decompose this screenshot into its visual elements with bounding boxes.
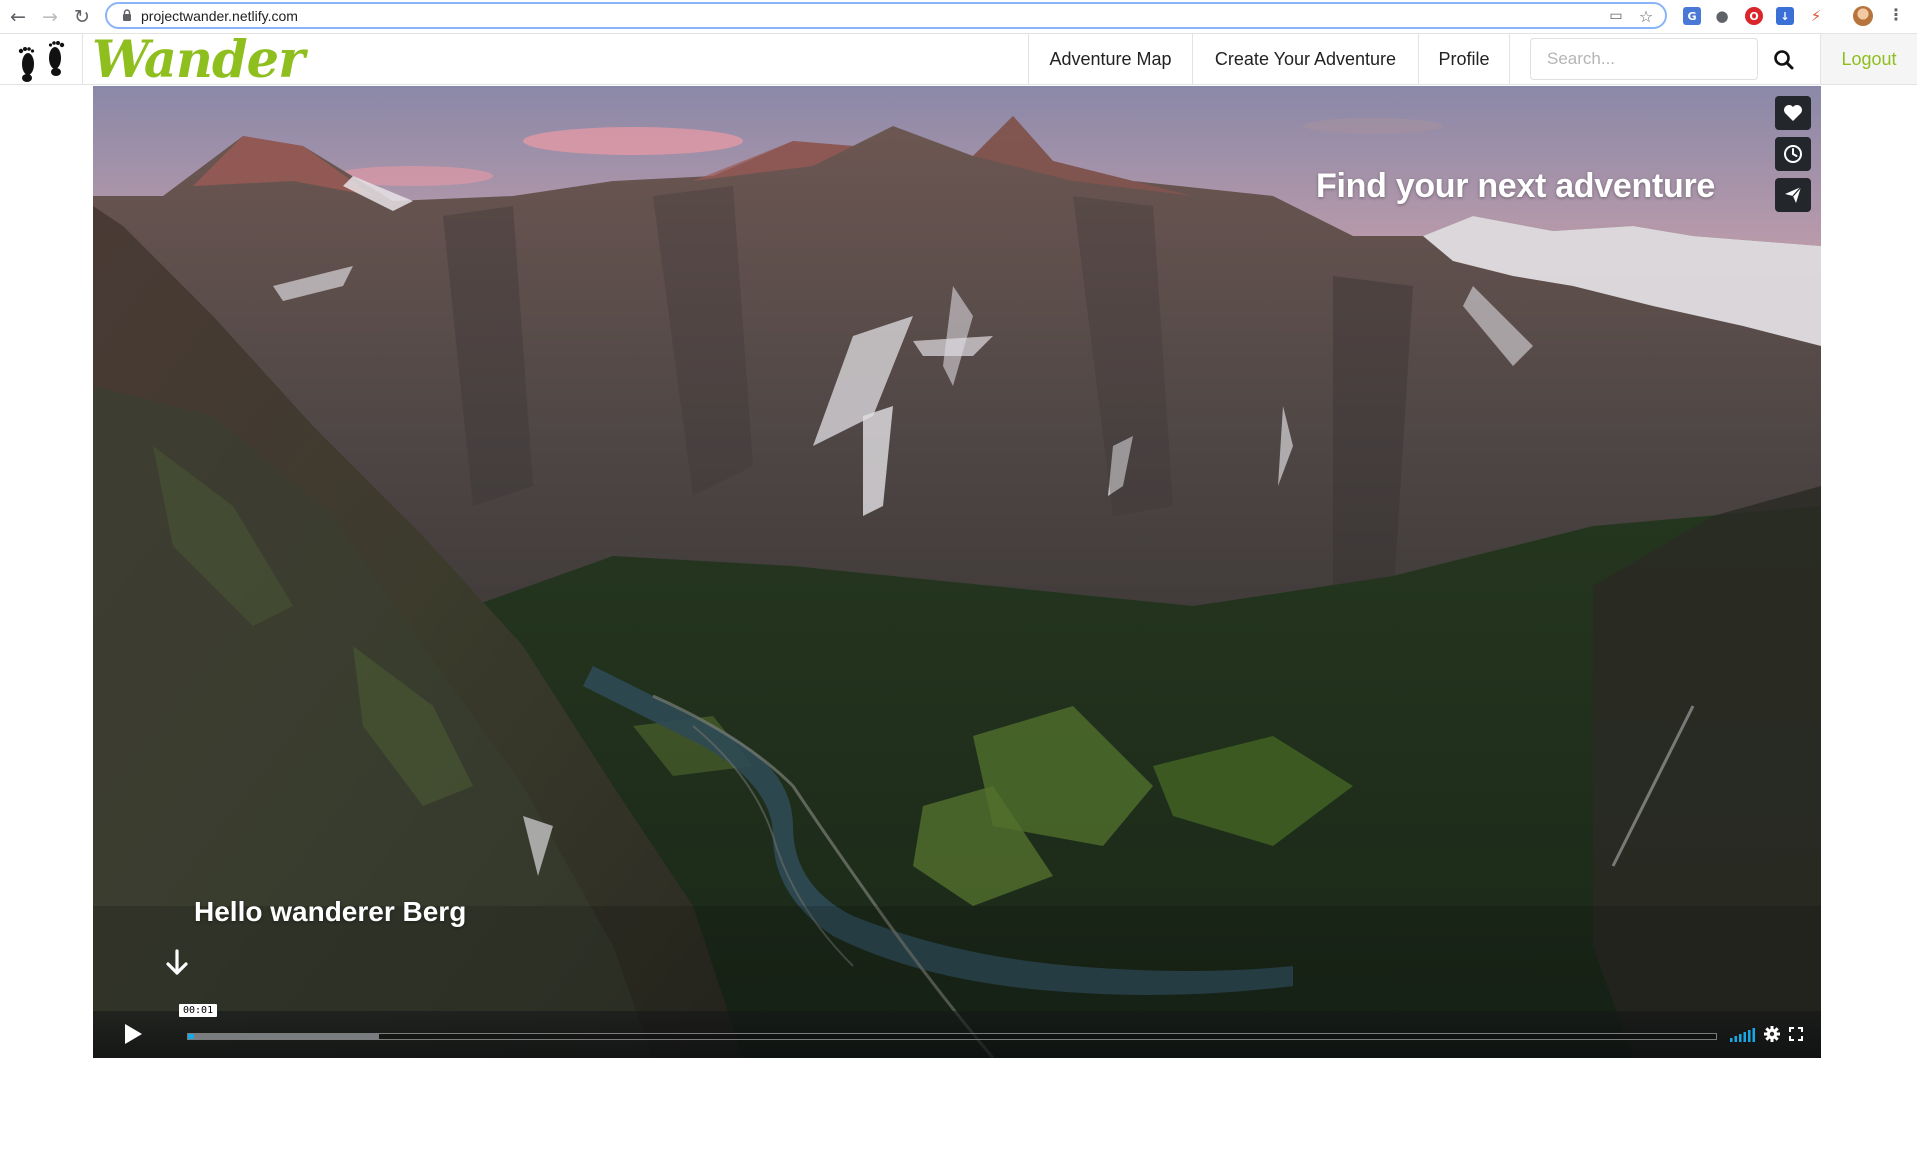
home-logo-link[interactable] [0,34,83,84]
search-input[interactable] [1530,38,1758,80]
current-time: 00:01 [179,1004,218,1017]
plug-extension-icon[interactable]: ⚡ [1807,7,1825,25]
play-button[interactable] [107,1014,159,1054]
logout-button[interactable]: Logout [1820,34,1917,84]
cast-icon[interactable]: ▭ [1607,7,1625,25]
opera-extension-icon[interactable]: O [1745,7,1763,25]
search-icon[interactable] [1770,46,1798,74]
hero-video[interactable]: Find your next adventure Hello wanderer … [93,86,1821,1058]
hero-headline: Find your next adventure [1316,167,1715,205]
site-navbar: Wander Adventure Map Create Your Adventu… [0,30,1917,90]
save-extension-icon[interactable]: ↓ [1776,7,1794,25]
nav-profile[interactable]: Profile [1418,34,1510,84]
arrow-down-icon[interactable] [163,948,191,978]
footprints-icon [18,41,65,82]
translate-extension-icon[interactable]: G [1683,7,1701,25]
profile-avatar[interactable] [1853,6,1873,26]
settings-gear-icon[interactable] [1763,1025,1781,1043]
send-icon [1785,186,1802,203]
volume-icon[interactable] [1730,1028,1756,1042]
forward-icon[interactable]: → [36,3,64,31]
bookmark-star-icon[interactable]: ☆ [1637,7,1655,26]
buffered-progress [188,1034,379,1039]
heart-icon [1784,105,1802,121]
clock-icon [1784,145,1802,163]
fullscreen-icon[interactable] [1789,1027,1803,1041]
menu-kebab-icon[interactable]: ⋮ [1888,5,1904,24]
watch-later-button[interactable] [1775,137,1811,171]
nav-create-adventure[interactable]: Create Your Adventure [1192,34,1418,84]
address-bar[interactable]: projectwander.netlify.com ▭ ☆ [105,2,1667,29]
back-icon[interactable]: ← [4,3,32,31]
like-button[interactable] [1775,96,1811,130]
greeting-text: Hello wanderer Berg [194,896,467,927]
seek-bar[interactable] [187,1033,1717,1040]
play-icon [125,1024,142,1044]
nav-adventure-map[interactable]: Adventure Map [1028,34,1192,84]
reload-icon[interactable]: ↻ [68,3,96,31]
brand-wordmark[interactable]: Wander [92,30,305,90]
share-button[interactable] [1775,178,1811,212]
played-progress [188,1034,194,1039]
browser-toolbar: ← → ↻ projectwander.netlify.com ▭ ☆ G ● … [0,0,1917,34]
lock-icon [123,9,131,21]
url-text[interactable]: projectwander.netlify.com [141,8,298,24]
lightbulb-extension-icon[interactable]: ● [1713,7,1731,25]
video-controls: 00:01 [93,1004,1821,1058]
